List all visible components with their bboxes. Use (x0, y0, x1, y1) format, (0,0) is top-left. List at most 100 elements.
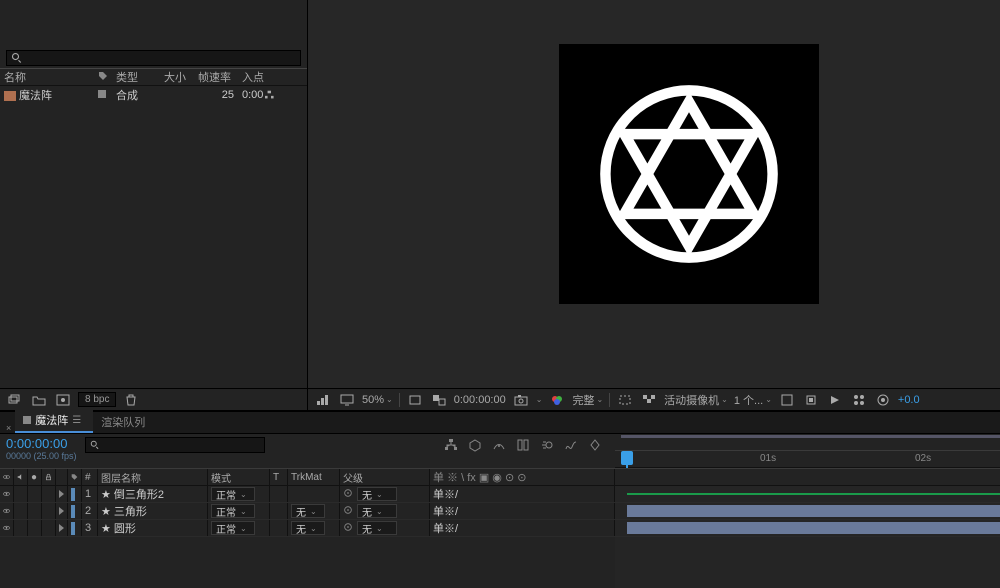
col-layer-name[interactable]: 图层名称 (98, 469, 208, 485)
color-button[interactable] (548, 392, 566, 408)
timeline-button[interactable] (850, 392, 868, 408)
exposure-value[interactable]: +0.0 (898, 394, 920, 406)
parent-dropdown[interactable]: 无⌄ (357, 487, 397, 501)
new-folder-button[interactable] (30, 392, 48, 408)
tab-composition[interactable]: 魔法阵 ☰ (15, 409, 93, 433)
col-type[interactable]: 类型 (112, 69, 160, 85)
col-label[interactable] (68, 469, 82, 485)
views-dropdown[interactable]: 1 个...⌄ (734, 392, 772, 408)
viewer-canvas[interactable] (308, 0, 1000, 388)
bpc-indicator[interactable]: 8 bpc (78, 392, 116, 407)
project-search-input[interactable] (6, 50, 301, 66)
parent-dropdown[interactable]: 无⌄ (357, 521, 397, 535)
new-comp-button[interactable] (54, 392, 72, 408)
composition-icon (4, 91, 16, 101)
always-preview-button[interactable] (314, 392, 332, 408)
draft-3d-button[interactable] (465, 437, 485, 453)
layer-row[interactable]: 3 ★圆形 正常⌄ 无⌄ 无⌄ 单※/ (0, 520, 615, 537)
share-view-button[interactable] (778, 392, 796, 408)
layer-row[interactable]: 2 ★三角形 正常⌄ 无⌄ 无⌄ 单※/ (0, 503, 615, 520)
label-color[interactable] (71, 488, 75, 501)
timeline-panel: × 魔法阵 ☰ 渲染队列 0:00:00:00 00000 (25.00 fps… (0, 410, 1000, 588)
monitor-button[interactable] (338, 392, 356, 408)
fast-preview-button[interactable] (826, 392, 844, 408)
col-fps[interactable]: 帧速率 (194, 69, 238, 85)
col-mode[interactable]: 模式 (208, 469, 270, 485)
disclosure-triangle[interactable] (59, 486, 64, 502)
search-icon (90, 440, 100, 450)
channel-button[interactable] (430, 392, 448, 408)
composition-preview (559, 44, 819, 304)
visibility-toggle[interactable] (0, 520, 14, 536)
frame-blend-button[interactable] (513, 437, 533, 453)
layer-bar[interactable] (627, 493, 1000, 495)
preview-timecode[interactable]: 0:00:00:00 (454, 394, 506, 406)
project-item-row[interactable]: 魔法阵 合成 25 0:00 (0, 86, 307, 104)
col-visibility[interactable] (0, 469, 14, 485)
pickwhip-icon[interactable] (343, 521, 353, 536)
auto-keyframe-button[interactable] (585, 437, 605, 453)
blend-mode-dropdown[interactable]: 正常⌄ (211, 521, 255, 535)
disclosure-triangle[interactable] (59, 520, 64, 536)
reset-exposure-button[interactable] (874, 392, 892, 408)
col-in[interactable]: 入点 (238, 69, 278, 85)
timeline-search-input[interactable] (85, 437, 265, 453)
project-header (0, 0, 307, 48)
graph-editor-button[interactable] (561, 437, 581, 453)
interpret-footage-button[interactable] (6, 392, 24, 408)
layer-row[interactable]: 1 ★倒三角形2 正常⌄ 无⌄ 单※/ (0, 486, 615, 503)
timeline-timecode-area[interactable]: 0:00:00:00 00000 (25.00 fps) (0, 434, 85, 468)
pickwhip-icon[interactable] (343, 487, 353, 502)
switches[interactable]: 单※/ (430, 520, 615, 536)
resolution-button[interactable] (406, 392, 424, 408)
blend-mode-dropdown[interactable]: 正常⌄ (211, 504, 255, 518)
col-lock[interactable] (42, 469, 56, 485)
trkmat-dropdown[interactable]: 无⌄ (291, 521, 325, 535)
disclosure-triangle[interactable] (59, 503, 64, 519)
current-time-sub: 00000 (25.00 fps) (6, 451, 79, 461)
parent-dropdown[interactable]: 无⌄ (357, 504, 397, 518)
motion-blur-button[interactable] (537, 437, 557, 453)
current-time[interactable]: 0:00:00:00 (6, 436, 79, 451)
switches[interactable]: 单※/ (430, 503, 615, 519)
col-switches[interactable]: 单 ※ \ fx ▣ ◉ ⊙ ⊙ (430, 469, 615, 485)
snapshot-button[interactable] (512, 392, 530, 408)
col-tag[interactable] (94, 71, 112, 84)
label-color[interactable] (71, 522, 75, 535)
tab-close-all[interactable]: × (6, 423, 11, 433)
col-parent[interactable]: 父级 (340, 469, 430, 485)
pixel-aspect-button[interactable] (802, 392, 820, 408)
delete-button[interactable] (122, 392, 140, 408)
layer-bar[interactable] (627, 522, 1000, 534)
col-trkmat[interactable]: TrkMat (288, 469, 340, 485)
trkmat-dropdown[interactable]: 无⌄ (291, 504, 325, 518)
comp-mini-flowchart-button[interactable] (441, 437, 461, 453)
transparency-grid-button[interactable] (640, 392, 658, 408)
visibility-toggle[interactable] (0, 503, 14, 519)
hide-shy-button[interactable] (489, 437, 509, 453)
col-solo[interactable]: ● (28, 469, 42, 485)
col-name[interactable]: 名称 (0, 69, 94, 85)
col-size[interactable]: 大小 (160, 69, 194, 85)
camera-dropdown[interactable]: 活动摄像机⌄ (664, 392, 728, 408)
pickwhip-icon[interactable] (343, 504, 353, 519)
roi-button[interactable] (616, 392, 634, 408)
resolution-dropdown[interactable]: 完整⌄ (572, 392, 603, 408)
visibility-toggle[interactable] (0, 486, 14, 502)
work-area-bar[interactable] (621, 435, 1000, 438)
col-audio[interactable] (14, 469, 28, 485)
label-color[interactable] (71, 505, 75, 518)
layer-index: 1 (82, 486, 98, 502)
switches[interactable]: 单※/ (430, 486, 615, 502)
col-trkmat-t[interactable]: T (270, 469, 288, 485)
time-ruler[interactable]: ▾ 01s 02s (615, 450, 1000, 468)
layer-bar[interactable] (627, 505, 1000, 517)
tab-render-queue[interactable]: 渲染队列 (93, 411, 157, 433)
shape-layer-icon: ★ (101, 488, 111, 501)
zoom-dropdown[interactable]: 50%⌄ (362, 394, 393, 406)
col-index[interactable]: # (82, 469, 98, 485)
shape-layer-icon: ★ (101, 522, 111, 535)
timeline-tracks[interactable] (615, 468, 1000, 588)
project-items[interactable]: 魔法阵 合成 25 0:00 (0, 86, 307, 388)
blend-mode-dropdown[interactable]: 正常⌄ (211, 487, 255, 501)
